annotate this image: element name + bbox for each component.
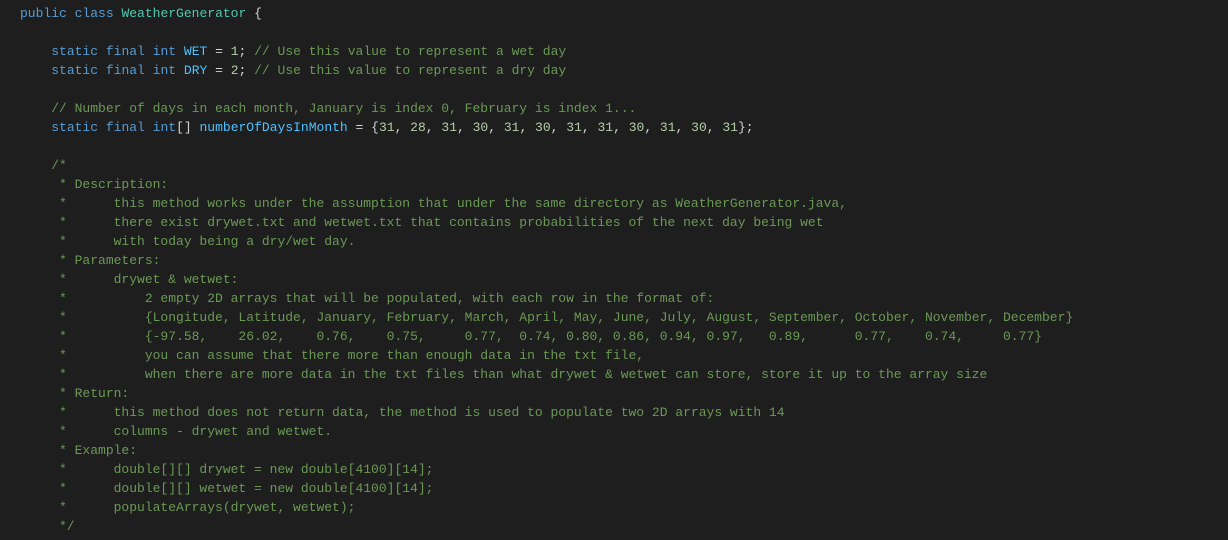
block-comment-line: * you can assume that there more than en… bbox=[20, 346, 1228, 365]
keyword-public: public bbox=[20, 6, 67, 21]
number-literal: 30 bbox=[473, 120, 489, 135]
number-literal: 1 bbox=[231, 44, 239, 59]
number-literal: 31 bbox=[597, 120, 613, 135]
block-comment-line: * this method does not return data, the … bbox=[20, 403, 1228, 422]
number-literal: 31 bbox=[566, 120, 582, 135]
code-line: // Number of days in each month, January… bbox=[20, 99, 1228, 118]
code-line: static final int DRY = 2; // Use this va… bbox=[20, 61, 1228, 80]
keyword-final: final bbox=[106, 63, 145, 78]
blank-line bbox=[20, 137, 1228, 156]
keyword-static: static bbox=[51, 120, 98, 135]
field-name: WET bbox=[184, 44, 207, 59]
block-comment-line: * double[][] wetwet = new double[4100][1… bbox=[20, 479, 1228, 498]
brace: { bbox=[246, 6, 262, 21]
line-comment: // Number of days in each month, January… bbox=[51, 101, 636, 116]
blank-line bbox=[20, 80, 1228, 99]
block-comment-line: * Example: bbox=[20, 441, 1228, 460]
type-int: int bbox=[153, 44, 176, 59]
code-line: public class WeatherGenerator { bbox=[20, 4, 1228, 23]
block-comment-line: * drywet & wetwet: bbox=[20, 270, 1228, 289]
number-literal: 31 bbox=[660, 120, 676, 135]
keyword-class: class bbox=[75, 6, 114, 21]
code-line: static final int WET = 1; // Use this va… bbox=[20, 42, 1228, 61]
block-comment-line: * columns - drywet and wetwet. bbox=[20, 422, 1228, 441]
block-comment-line: * when there are more data in the txt fi… bbox=[20, 365, 1228, 384]
keyword-static: static bbox=[51, 44, 98, 59]
blank-line bbox=[20, 23, 1228, 42]
block-comment-line: */ bbox=[20, 517, 1228, 536]
number-literal: 30 bbox=[535, 120, 551, 135]
number-literal: 31 bbox=[441, 120, 457, 135]
code-line: static final int[] numberOfDaysInMonth =… bbox=[20, 118, 1228, 137]
block-comment-line: * with today being a dry/wet day. bbox=[20, 232, 1228, 251]
block-comment-line: * Parameters: bbox=[20, 251, 1228, 270]
block-comment-line: * Return: bbox=[20, 384, 1228, 403]
type-int: int bbox=[153, 63, 176, 78]
field-name: numberOfDaysInMonth bbox=[200, 120, 348, 135]
block-comment-line: * there exist drywet.txt and wetwet.txt … bbox=[20, 213, 1228, 232]
number-literal: 31 bbox=[504, 120, 520, 135]
class-name: WeatherGenerator bbox=[121, 6, 246, 21]
field-name: DRY bbox=[184, 63, 207, 78]
type-int: int bbox=[153, 120, 176, 135]
number-literal: 30 bbox=[691, 120, 707, 135]
block-comment-line: * populateArrays(drywet, wetwet); bbox=[20, 498, 1228, 517]
number-literal: 2 bbox=[231, 63, 239, 78]
block-comment-line: /* bbox=[20, 156, 1228, 175]
number-literal: 28 bbox=[410, 120, 426, 135]
block-comment-line: * {Longitude, Latitude, January, Februar… bbox=[20, 308, 1228, 327]
block-comment-line: * Description: bbox=[20, 175, 1228, 194]
block-comment-line: * 2 empty 2D arrays that will be populat… bbox=[20, 289, 1228, 308]
number-literal: 30 bbox=[629, 120, 645, 135]
code-editor[interactable]: public class WeatherGenerator { static f… bbox=[0, 0, 1228, 540]
block-comment-line: * {-97.58, 26.02, 0.76, 0.75, 0.77, 0.74… bbox=[20, 327, 1228, 346]
keyword-final: final bbox=[106, 44, 145, 59]
block-comment-line: * this method works under the assumption… bbox=[20, 194, 1228, 213]
block-comment-line: * double[][] drywet = new double[4100][1… bbox=[20, 460, 1228, 479]
number-literal: 31 bbox=[722, 120, 738, 135]
line-comment: // Use this value to represent a wet day bbox=[246, 44, 566, 59]
brackets: [] bbox=[176, 120, 192, 135]
keyword-final: final bbox=[106, 120, 145, 135]
keyword-static: static bbox=[51, 63, 98, 78]
number-literal: 31 bbox=[379, 120, 395, 135]
line-comment: // Use this value to represent a dry day bbox=[246, 63, 566, 78]
